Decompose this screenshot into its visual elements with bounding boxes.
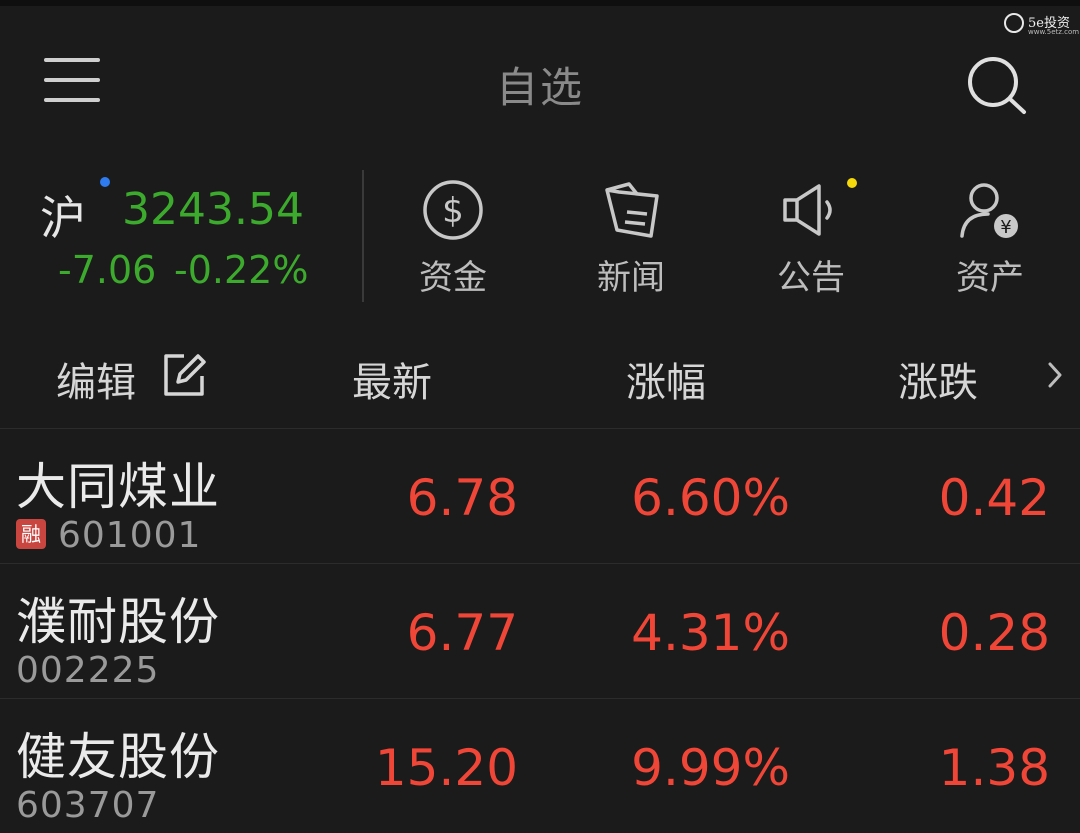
- quick-link-label: 资金: [419, 258, 487, 298]
- stock-change: 0.28: [938, 604, 1050, 662]
- notification-dot: [847, 178, 857, 188]
- column-header-change-pct[interactable]: 涨幅: [626, 350, 706, 408]
- table-row[interactable]: 大同煤业 融 601001 6.78 6.60% 0.42: [0, 429, 1080, 564]
- quick-link-label: 资产: [956, 258, 1024, 298]
- stock-code: 603707: [16, 785, 160, 826]
- stock-change: 0.42: [938, 469, 1050, 527]
- stock-change: 1.38: [938, 739, 1050, 797]
- dollar-circle-icon: $: [423, 180, 483, 240]
- page-title: 自选: [495, 63, 584, 112]
- index-status-dot: [100, 177, 110, 187]
- watermark-url: www.5etz.com: [1028, 28, 1080, 36]
- search-icon[interactable]: [966, 56, 1028, 118]
- quick-link-funds[interactable]: $ 资金: [393, 178, 513, 298]
- megaphone-icon: [783, 184, 832, 236]
- stock-latest-price: 6.77: [406, 604, 518, 662]
- stock-name: 濮耐股份: [16, 593, 220, 651]
- table-row[interactable]: 健友股份 603707 15.20 9.99% 1.38: [0, 699, 1080, 833]
- quick-link-assets[interactable]: ¥ 资产: [930, 178, 1050, 298]
- quick-link-news[interactable]: 新闻: [571, 178, 691, 298]
- svg-text:$: $: [442, 191, 464, 231]
- table-row[interactable]: 濮耐股份 002225 6.77 4.31% 0.28: [0, 564, 1080, 699]
- index-value: 3243.54: [122, 184, 304, 235]
- index-name[interactable]: 沪: [40, 182, 86, 248]
- quick-link-label: 新闻: [597, 258, 665, 298]
- stock-name: 健友股份: [16, 728, 220, 786]
- index-change: -7.06: [58, 248, 157, 292]
- news-icon: [605, 182, 659, 238]
- user-yuan-icon: ¥: [960, 183, 1018, 238]
- index-change-pct: -0.22%: [174, 248, 309, 292]
- watermark: 5e投资 www.5etz.com: [1000, 10, 1080, 38]
- stock-change-pct: 6.60%: [631, 469, 790, 527]
- index-panel: 沪 3243.54 -7.06 -0.22% $ 资金 新闻 公告 ¥ 资产: [0, 142, 1080, 321]
- top-bar: 自选 5e投资 www.5etz.com: [0, 0, 1080, 142]
- stock-latest-price: 6.78: [406, 469, 518, 527]
- stock-code: 002225: [16, 650, 160, 691]
- margin-badge: 融: [16, 519, 46, 549]
- svg-text:¥: ¥: [1000, 217, 1011, 238]
- quick-link-announcements[interactable]: 公告: [751, 178, 871, 298]
- app-root: 自选 5e投资 www.5etz.com 沪 3243.54 -7.06 -0.…: [0, 0, 1080, 833]
- edit-icon[interactable]: [160, 352, 206, 398]
- edit-button[interactable]: 编辑: [56, 350, 136, 408]
- stock-change-pct: 9.99%: [631, 739, 790, 797]
- stock-code: 601001: [58, 515, 202, 556]
- watermark-logo-icon: [1004, 13, 1024, 33]
- column-header-change[interactable]: 涨跌: [898, 350, 978, 408]
- chevron-right-icon[interactable]: [1046, 358, 1066, 392]
- column-header-latest[interactable]: 最新: [352, 350, 432, 408]
- stock-latest-price: 15.20: [374, 739, 518, 797]
- vertical-divider: [362, 170, 364, 302]
- quick-link-label: 公告: [777, 258, 845, 298]
- table-header: 编辑 最新 涨幅 涨跌: [0, 320, 1080, 429]
- stock-name: 大同煤业: [16, 458, 220, 516]
- stock-change-pct: 4.31%: [631, 604, 790, 662]
